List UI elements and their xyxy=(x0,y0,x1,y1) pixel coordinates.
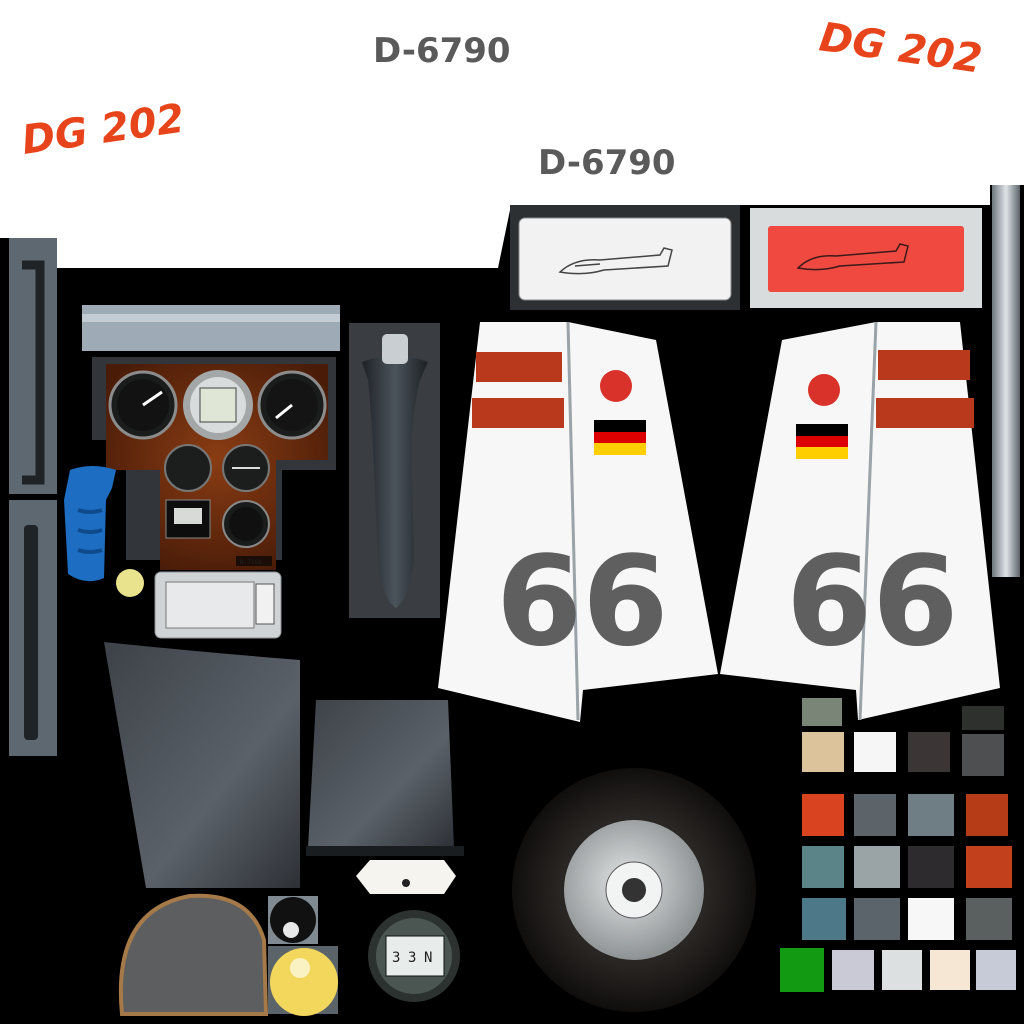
german-flag-left xyxy=(594,420,646,455)
color-swatch xyxy=(966,794,1008,836)
competition-number-left: 66 xyxy=(496,530,669,674)
color-swatch xyxy=(832,950,874,990)
color-swatch xyxy=(802,732,844,772)
landing-wheel xyxy=(512,768,756,1012)
color-swatch xyxy=(966,846,1012,888)
color-swatch xyxy=(908,846,954,888)
german-flag-right xyxy=(796,424,848,459)
canopy-frame-strip xyxy=(82,305,340,351)
dg-roundel-icon xyxy=(600,370,632,402)
svg-text:D-7102: D-7102 xyxy=(240,559,262,566)
seat-pan xyxy=(104,642,300,888)
competition-number-right: 66 xyxy=(786,530,959,674)
color-swatch xyxy=(854,732,896,772)
color-swatch xyxy=(802,846,844,888)
color-swatch xyxy=(930,950,970,990)
color-swatch xyxy=(962,706,1004,730)
color-swatch xyxy=(802,898,846,940)
svg-text:N: N xyxy=(424,950,432,966)
side-panel-upper xyxy=(9,238,57,494)
metal-tube xyxy=(992,185,1020,577)
color-swatch xyxy=(780,948,824,992)
backrest xyxy=(308,700,454,848)
yellow-ball xyxy=(270,948,338,1016)
white-bracket xyxy=(356,860,456,894)
texture-atlas: D-6790 D-6790 DG 202 DG 202 D-7102 66 66… xyxy=(0,0,1024,1016)
color-swatch xyxy=(908,898,954,940)
color-swatch xyxy=(882,950,922,990)
dg-roundel-icon-2 xyxy=(808,374,840,406)
color-swatch xyxy=(976,950,1016,990)
color-swatch xyxy=(908,732,950,772)
svg-text:3: 3 xyxy=(408,950,416,966)
color-swatch-grid xyxy=(780,698,1016,992)
color-swatch xyxy=(802,698,842,726)
yellow-knob xyxy=(116,569,144,597)
color-swatch xyxy=(802,794,844,836)
color-swatch xyxy=(966,898,1012,940)
headrest xyxy=(118,893,269,1016)
color-swatch xyxy=(854,846,900,888)
color-swatch xyxy=(854,794,896,836)
blue-stick-grip xyxy=(64,466,116,582)
color-swatch xyxy=(962,734,1004,776)
color-swatch xyxy=(908,794,954,836)
registration-text-2: D-6790 xyxy=(538,143,676,183)
color-swatch xyxy=(854,898,900,940)
svg-text:3: 3 xyxy=(392,950,400,966)
registration-text-1: D-6790 xyxy=(373,31,511,71)
